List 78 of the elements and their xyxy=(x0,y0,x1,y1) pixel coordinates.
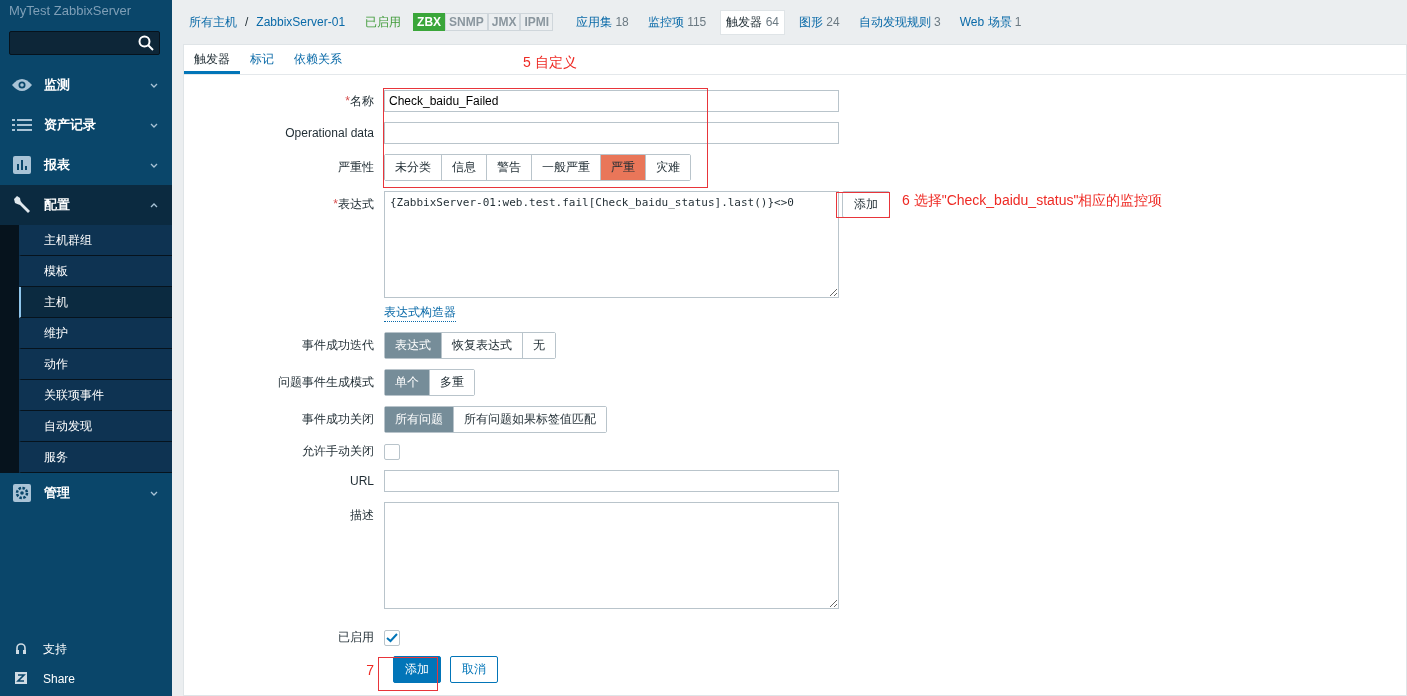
submenu-item[interactable]: 动作 xyxy=(19,349,172,380)
field-label: *名称 xyxy=(344,92,375,110)
menu-item[interactable]: 报表 xyxy=(0,145,172,185)
sidebar-link[interactable]: 支持 xyxy=(0,630,172,668)
submenu-item[interactable]: 主机群组 xyxy=(19,225,172,256)
severity-option[interactable]: 未分类 xyxy=(385,155,442,180)
checkbox[interactable] xyxy=(384,443,400,460)
field-label: 已启用 xyxy=(337,629,375,646)
availability-badge: ZBX xyxy=(413,13,446,31)
required-mark: * xyxy=(345,93,350,108)
sidebar-link[interactable]: Share xyxy=(0,668,172,696)
breadcrumb-separator: / xyxy=(245,15,249,29)
checkbox[interactable] xyxy=(384,629,400,646)
field-label: 事件成功迭代 xyxy=(301,337,375,354)
field-label: 允许手动关闭 xyxy=(301,443,375,460)
expression-field[interactable]: {ZabbixServer-01:web.test.fail[Check_baidu_status].last()}<>0 xyxy=(384,191,839,298)
host-tab[interactable]: 监控项 115 xyxy=(642,10,712,34)
submenu-item[interactable]: 模板 xyxy=(19,256,172,287)
chevron-down-icon xyxy=(150,490,158,496)
annotation-text: 7 xyxy=(366,661,374,678)
menu-item[interactable]: 资产记录 xyxy=(0,105,172,145)
chevron-down-icon xyxy=(150,122,158,128)
availability-badge: JMX xyxy=(487,13,521,31)
input-field[interactable] xyxy=(384,470,839,492)
breadcrumb-link[interactable]: 所有主机 xyxy=(189,13,237,31)
field-label: 事件成功关闭 xyxy=(301,411,375,428)
eye-icon xyxy=(11,78,33,92)
menu-item[interactable]: 配置 xyxy=(0,185,172,225)
description-field[interactable] xyxy=(384,502,839,609)
annotation-text: 6 选择"Check_baidu_status"相应的监控项 xyxy=(902,192,1163,210)
add-button[interactable]: 添加 xyxy=(842,191,890,218)
submenu-item[interactable]: 服务 xyxy=(19,442,172,473)
host-tab[interactable]: 触发器 64 xyxy=(720,9,785,35)
form-tab[interactable]: 触发器 xyxy=(184,45,240,74)
severity-option[interactable]: 严重 xyxy=(601,155,646,180)
host-tab[interactable]: 图形 24 xyxy=(794,10,845,34)
cancel-button[interactable]: 取消 xyxy=(450,656,498,683)
field-label: 严重性 xyxy=(337,159,375,176)
search-field[interactable] xyxy=(9,31,160,55)
input-field[interactable] xyxy=(384,122,839,144)
form-tab[interactable]: 标记 xyxy=(240,45,284,74)
input-field[interactable]: Check_baidu_Failed xyxy=(384,90,839,112)
highlight-frame xyxy=(836,192,890,218)
field-label: Operational data xyxy=(284,126,375,140)
app-logo: MyTest ZabbixServer xyxy=(8,2,133,20)
form-tab[interactable]: 依赖关系 xyxy=(284,45,352,74)
annotation-text: 5 自定义 xyxy=(523,54,577,72)
wrench-icon xyxy=(12,195,32,215)
expression-builder-link[interactable]: 表达式构造器 xyxy=(384,304,456,322)
availability-badge: SNMP xyxy=(445,13,488,31)
chevron-down-icon xyxy=(150,162,158,168)
highlight-frame xyxy=(378,657,438,691)
chevron-down-icon xyxy=(150,82,158,88)
search-icon xyxy=(138,35,154,51)
submenu-item[interactable]: 关联项事件 xyxy=(19,380,172,411)
required-mark: * xyxy=(333,197,338,211)
headset-icon xyxy=(15,642,27,656)
menu-item[interactable]: 监测 xyxy=(0,65,172,105)
gear-icon xyxy=(13,484,31,502)
host-tab[interactable]: 应用集 18 xyxy=(571,10,634,34)
share-icon xyxy=(15,672,27,684)
menu-item[interactable]: 管理 xyxy=(0,473,172,513)
chevron-up-icon xyxy=(150,202,158,208)
field-label: URL xyxy=(349,474,375,488)
host-tab[interactable]: 自动发现规则 3 xyxy=(853,10,946,34)
submenu-item[interactable]: 主机 xyxy=(19,287,172,318)
bar-chart-icon xyxy=(13,156,31,174)
add-button[interactable]: 添加 xyxy=(393,656,441,683)
availability-badge: IPMI xyxy=(520,13,554,31)
submenu-item[interactable]: 自动发现 xyxy=(19,411,172,442)
field-label: *表达式 xyxy=(332,196,375,213)
list-icon xyxy=(12,118,32,132)
submenu-item[interactable]: 维护 xyxy=(19,318,172,349)
field-label: 问题事件生成模式 xyxy=(277,374,375,391)
breadcrumb-link[interactable]: ZabbixServer-01 xyxy=(256,15,346,29)
field-label: 描述 xyxy=(349,507,375,524)
host-status: 已启用 xyxy=(365,13,402,31)
host-tab[interactable]: Web 场景 1 xyxy=(954,10,1027,34)
